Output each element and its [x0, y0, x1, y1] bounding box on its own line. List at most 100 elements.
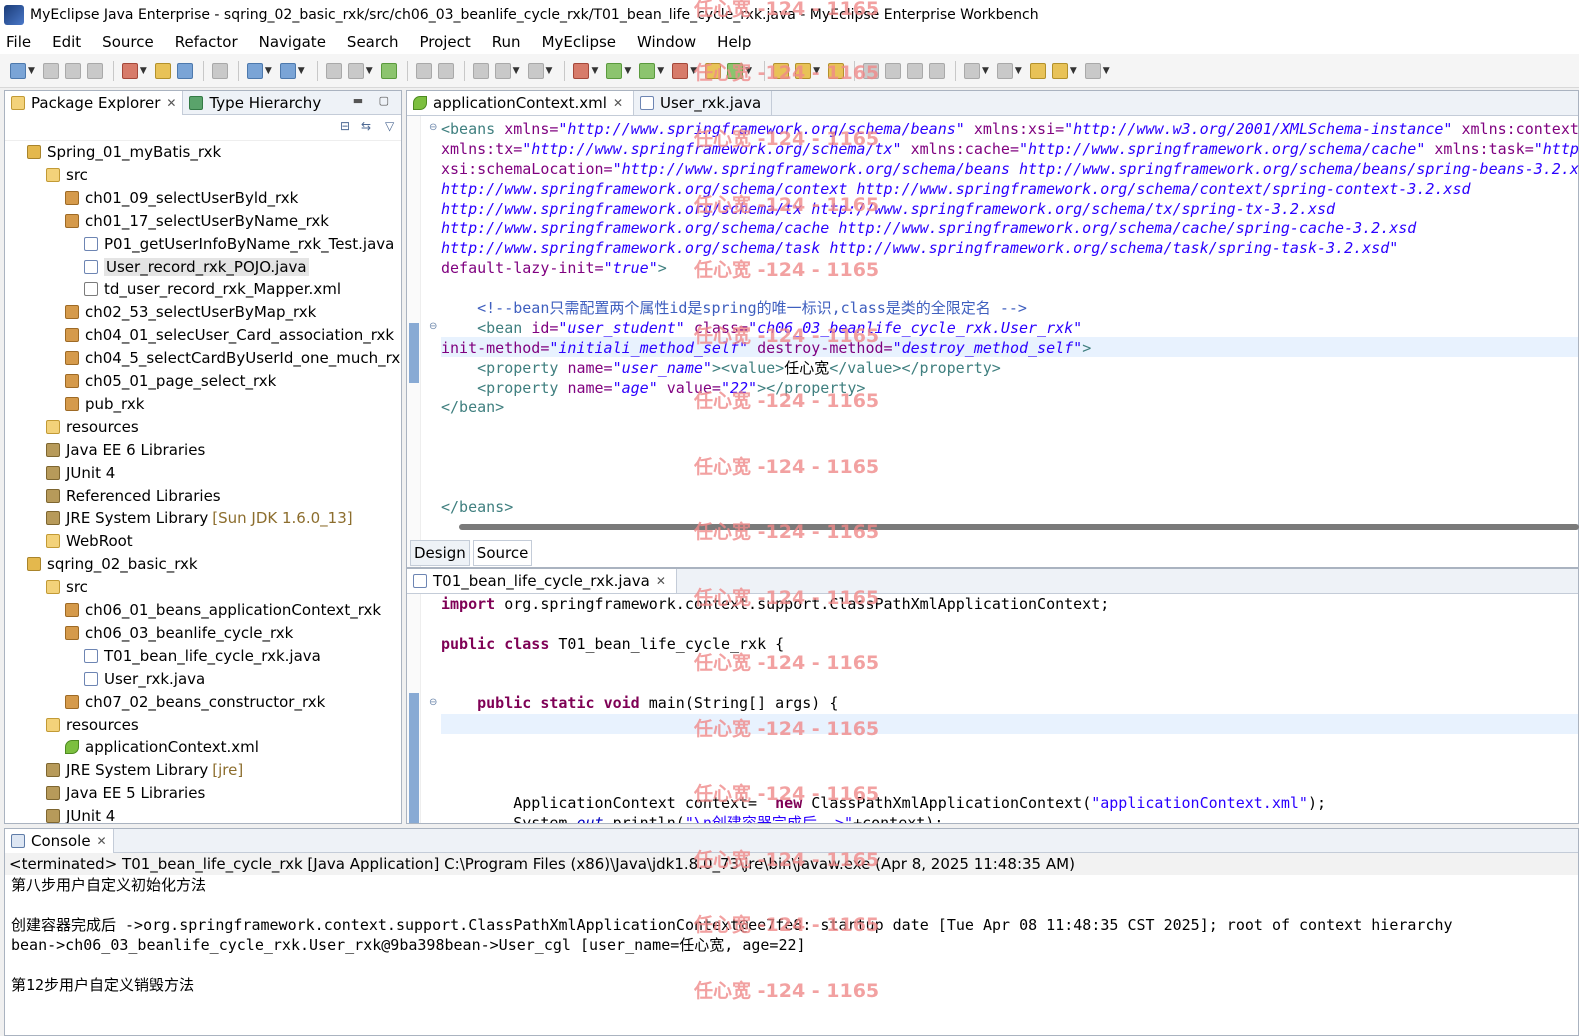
xml-source-text[interactable]: <beans xmlns="http://www.springframework…	[441, 120, 1579, 518]
chevron-down-icon[interactable]: ▼	[28, 66, 35, 76]
menu-help[interactable]: Help	[715, 33, 753, 51]
menu-window[interactable]: Window	[635, 33, 698, 51]
server-icon[interactable]	[211, 62, 228, 79]
copy-icon[interactable]	[437, 62, 454, 79]
web-browser-icon[interactable]	[325, 62, 342, 79]
fold-icon[interactable]: ⊖	[429, 321, 437, 332]
back-icon[interactable]	[1051, 62, 1068, 79]
tree-item[interactable]: td_user_record_rxk_Mapper.xml	[84, 278, 341, 300]
task-icon[interactable]	[827, 62, 844, 79]
chevron-down-icon[interactable]: ▼	[745, 66, 752, 76]
tree-item[interactable]: Java EE 5 Libraries	[46, 782, 205, 804]
tab-t01-bean-life-cycle-java[interactable]: T01_bean_life_cycle_rxk.java ✕	[407, 569, 677, 593]
collapse-all-icon[interactable]: ⊟	[340, 119, 350, 133]
chevron-down-icon[interactable]: ▼	[982, 66, 989, 76]
save-all-icon[interactable]	[64, 62, 81, 79]
pen-icon[interactable]	[884, 62, 901, 79]
menu-navigate[interactable]: Navigate	[257, 33, 328, 51]
close-icon[interactable]: ✕	[656, 574, 666, 588]
menu-search[interactable]: Search	[345, 33, 401, 51]
database-icon[interactable]	[347, 62, 364, 79]
tree-item[interactable]: src	[46, 576, 88, 598]
open-resource-icon[interactable]	[176, 62, 193, 79]
menu-myeclipse[interactable]: MyEclipse	[540, 33, 618, 51]
tree-item[interactable]: JRE System Library [jre]	[46, 759, 243, 781]
tab-package-explorer[interactable]: Package Explorer ✕	[5, 90, 184, 115]
globe-icon[interactable]	[380, 62, 397, 79]
chevron-down-icon[interactable]: ▼	[298, 66, 305, 76]
chevron-down-icon[interactable]: ▼	[813, 66, 820, 76]
tree-item[interactable]: Spring_01_myBatis_rxk	[27, 141, 221, 163]
chevron-down-icon[interactable]: ▼	[140, 66, 147, 76]
chevron-down-icon[interactable]: ▼	[366, 66, 373, 76]
tree-item[interactable]: Java EE 6 Libraries	[46, 439, 205, 461]
tree-item[interactable]: ch04_5_selectCardByUserId_one_much_rxk	[65, 347, 401, 369]
new-web-project-icon[interactable]	[121, 62, 138, 79]
run-server-icon[interactable]	[279, 62, 296, 79]
menu-project[interactable]: Project	[417, 33, 472, 51]
tree-item[interactable]: Referenced Libraries	[46, 485, 221, 507]
search-icon[interactable]	[795, 62, 812, 79]
tree-item[interactable]: ch01_17_selectUserByName_rxk	[65, 210, 329, 232]
new-class-icon[interactable]	[472, 62, 489, 79]
console-output[interactable]: 第八步用户自定义初始化方法 创建容器完成后 ->org.springframew…	[11, 875, 1453, 995]
tree-item[interactable]: ch04_01_selecUser_Card_association_rxk	[65, 324, 394, 346]
close-icon[interactable]: ✕	[613, 96, 623, 110]
menu-source[interactable]: Source	[100, 33, 156, 51]
menu-refactor[interactable]: Refactor	[173, 33, 240, 51]
fold-icon[interactable]: ⊖	[429, 697, 437, 708]
forward-icon[interactable]	[1084, 62, 1101, 79]
chevron-down-icon[interactable]: ▼	[1103, 66, 1110, 76]
tree-item[interactable]: T01_bean_life_cycle_rxk.java	[84, 645, 321, 667]
tab-user-rxk-java[interactable]: User_rxk.java	[634, 91, 773, 115]
external-tools-icon[interactable]	[672, 62, 689, 79]
refresh-icon[interactable]	[727, 62, 744, 79]
tree-item[interactable]: ch07_02_beans_constructor_rxk	[65, 691, 325, 713]
new-icon[interactable]	[10, 62, 26, 79]
tree-item[interactable]: JUnit 4	[46, 462, 115, 484]
block-selection-icon[interactable]	[906, 62, 923, 79]
chevron-down-icon[interactable]: ▼	[591, 66, 598, 76]
previous-annotation-icon[interactable]	[996, 62, 1013, 79]
chevron-down-icon[interactable]: ▼	[1070, 66, 1077, 76]
deploy-icon[interactable]	[246, 62, 263, 79]
minimize-maximize-icon[interactable]: ▬ ▢	[353, 94, 395, 107]
tree-item[interactable]: ch05_01_page_select_rxk	[65, 370, 276, 392]
tab-source[interactable]: Source	[472, 540, 533, 566]
horizontal-scrollbar[interactable]	[459, 524, 1579, 530]
chevron-down-icon[interactable]: ▼	[513, 66, 520, 76]
tree-item[interactable]: ch06_03_beanlife_cycle_rxk	[65, 622, 293, 644]
chevron-down-icon[interactable]: ▼	[624, 66, 631, 76]
tree-item[interactable]: resources	[46, 416, 139, 438]
screenshot-icon[interactable]	[527, 62, 544, 79]
tree-item[interactable]: ch02_53_selectUserByMap_rxk	[65, 301, 316, 323]
chevron-down-icon[interactable]: ▼	[657, 66, 664, 76]
debug-icon[interactable]	[573, 62, 590, 79]
tree-item[interactable]: ch06_01_beans_applicationContext_rxk	[65, 599, 381, 621]
chevron-down-icon[interactable]: ▼	[690, 66, 697, 76]
tree-item[interactable]: ch01_09_selectUserByld_rxk	[65, 187, 298, 209]
open-folder-icon[interactable]	[773, 62, 790, 79]
tree-item[interactable]: WebRoot	[46, 530, 133, 552]
menu-file[interactable]: File	[4, 33, 33, 51]
chevron-down-icon[interactable]: ▼	[546, 66, 553, 76]
fold-icon[interactable]: ⊖	[429, 122, 437, 133]
profile-icon[interactable]	[606, 62, 623, 79]
tree-item[interactable]: JUnit 4	[46, 805, 115, 823]
open-type-icon[interactable]	[154, 62, 171, 79]
chevron-down-icon[interactable]: ▼	[265, 66, 272, 76]
tab-type-hierarchy[interactable]: Type Hierarchy	[183, 91, 327, 115]
close-icon[interactable]: ✕	[166, 96, 176, 110]
tree-item[interactable]: P01_getUserInfoByName_rxk_Test.java	[84, 233, 394, 255]
toggle-mark-icon[interactable]	[862, 62, 879, 79]
show-whitespace-icon[interactable]	[928, 62, 945, 79]
link-with-editor-icon[interactable]: ⇆	[361, 119, 371, 133]
tree-item[interactable]: User_record_rxk_POJO.java	[84, 256, 309, 278]
new-interface-icon[interactable]	[494, 62, 511, 79]
tree-item[interactable]: resources	[46, 714, 139, 736]
run-icon[interactable]	[639, 62, 656, 79]
tree-item[interactable]: src	[46, 164, 88, 186]
menu-run[interactable]: Run	[490, 33, 523, 51]
tab-console[interactable]: Console ✕	[5, 828, 114, 853]
tree-item[interactable]: applicationContext.xml	[65, 736, 259, 758]
